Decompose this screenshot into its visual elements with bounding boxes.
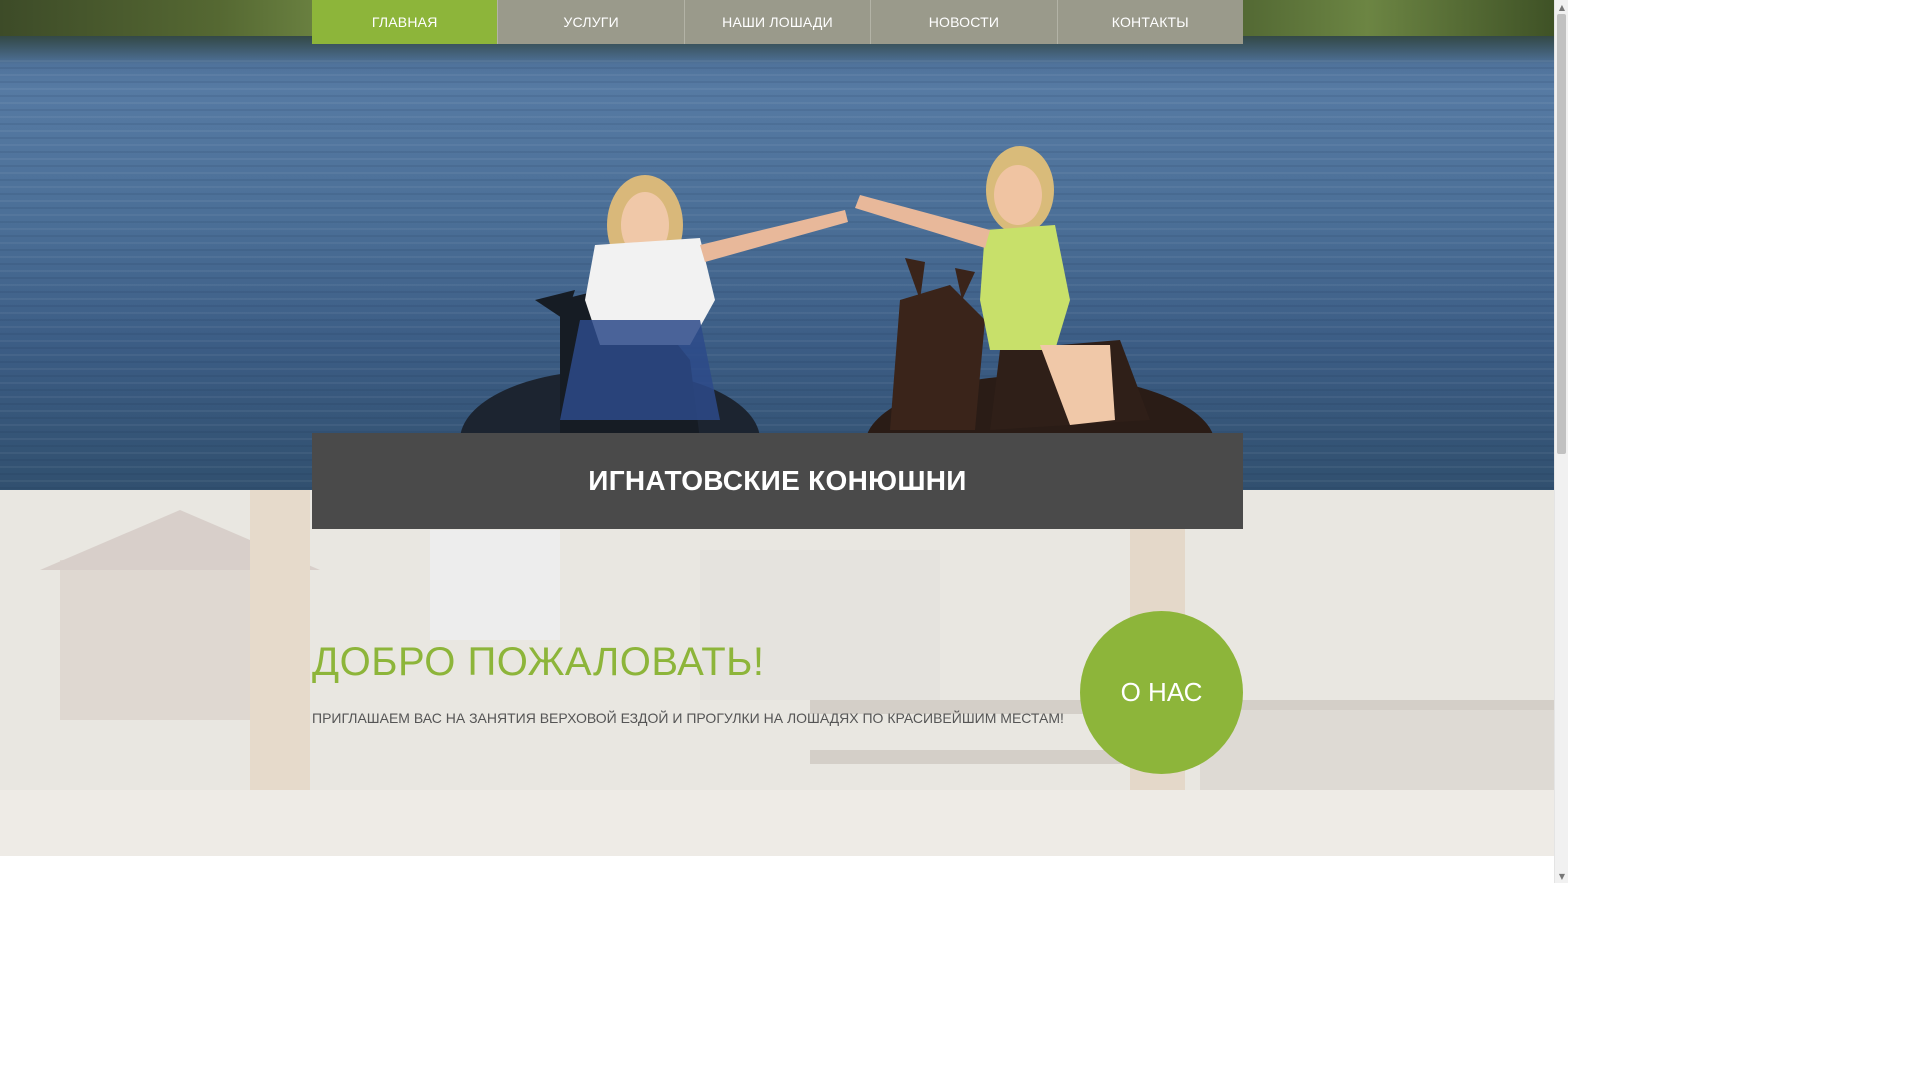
scroll-down-icon[interactable]: ▼ bbox=[1555, 869, 1569, 883]
welcome-heading: ДОБРО ПОЖАЛОВАТЬ! bbox=[312, 640, 765, 684]
hero-banner bbox=[0, 0, 1554, 490]
site-title-bar: ИГНАТОВСКИЕ КОНЮШНИ bbox=[312, 433, 1243, 529]
hero-photo bbox=[460, 146, 1215, 490]
welcome-text: ПРИГЛАШАЕМ ВАС НА ЗАНЯТИЯ ВЕРХОВОЙ ЕЗДОЙ… bbox=[312, 710, 1064, 726]
welcome-section: ДОБРО ПОЖАЛОВАТЬ! ПРИГЛАШАЕМ ВАС НА ЗАНЯ… bbox=[0, 490, 1554, 856]
background-veil bbox=[0, 490, 1554, 856]
nav-item-services[interactable]: УСЛУГИ bbox=[497, 0, 684, 44]
main-nav: ГЛАВНАЯ УСЛУГИ НАШИ ЛОШАДИ НОВОСТИ КОНТА… bbox=[312, 0, 1244, 44]
nav-item-contacts[interactable]: КОНТАКТЫ bbox=[1056, 0, 1244, 44]
nav-item-home[interactable]: ГЛАВНАЯ bbox=[312, 0, 498, 44]
nav-item-horses[interactable]: НАШИ ЛОШАДИ bbox=[683, 0, 871, 44]
nav-item-news[interactable]: НОВОСТИ bbox=[870, 0, 1057, 44]
rider-left bbox=[560, 175, 848, 420]
page-scrollbar[interactable]: ▲ ▼ bbox=[1554, 0, 1568, 883]
scroll-thumb[interactable] bbox=[1557, 14, 1566, 454]
about-us-button[interactable]: О НАС bbox=[1080, 611, 1243, 774]
scroll-up-icon[interactable]: ▲ bbox=[1555, 0, 1569, 14]
site-title: ИГНАТОВСКИЕ КОНЮШНИ bbox=[588, 465, 967, 496]
